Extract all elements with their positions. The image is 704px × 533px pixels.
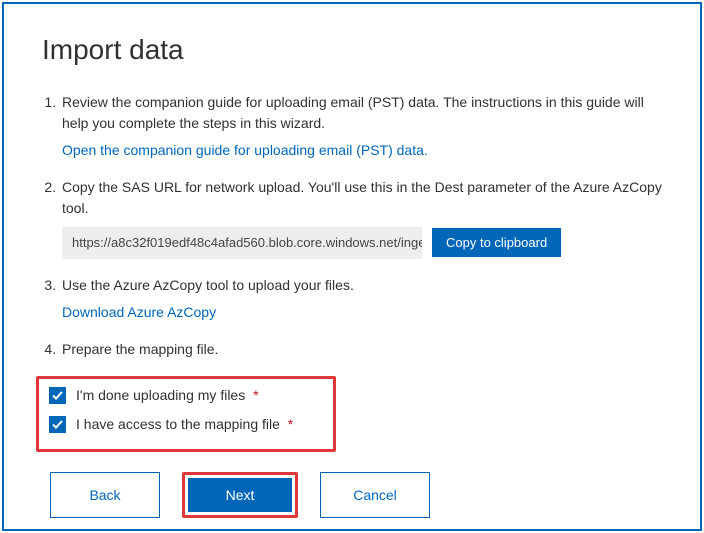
companion-guide-link[interactable]: Open the companion guide for uploading e…: [62, 140, 428, 161]
done-uploading-label: I'm done uploading my files: [76, 387, 245, 403]
import-data-dialog: Import data Review the companion guide f…: [2, 2, 702, 531]
checkmark-icon: [50, 388, 65, 403]
have-mapping-checkbox[interactable]: [49, 416, 66, 433]
step-3-text: Use the Azure AzCopy tool to upload your…: [62, 277, 354, 293]
wizard-buttons: Back Next Cancel: [50, 472, 662, 518]
sas-url-display[interactable]: https://a8c32f019edf48c4afad560.blob.cor…: [62, 227, 422, 259]
next-button[interactable]: Next: [188, 478, 292, 512]
done-uploading-checkbox[interactable]: [49, 387, 66, 404]
step-1-text: Review the companion guide for uploading…: [62, 94, 644, 131]
have-mapping-row: I have access to the mapping file *: [49, 416, 323, 433]
required-marker: *: [253, 387, 258, 403]
step-4-text: Prepare the mapping file.: [62, 341, 218, 357]
step-2-text: Copy the SAS URL for network upload. You…: [62, 179, 662, 216]
step-2: Copy the SAS URL for network upload. You…: [60, 177, 662, 259]
steps-list: Review the companion guide for uploading…: [42, 92, 662, 360]
done-uploading-row: I'm done uploading my files *: [49, 387, 323, 404]
step-1: Review the companion guide for uploading…: [60, 92, 662, 161]
have-mapping-label: I have access to the mapping file: [76, 416, 280, 432]
sas-url-row: https://a8c32f019edf48c4afad560.blob.cor…: [62, 227, 662, 259]
required-marker: *: [288, 416, 293, 432]
copy-to-clipboard-button[interactable]: Copy to clipboard: [432, 228, 561, 257]
step-3: Use the Azure AzCopy tool to upload your…: [60, 275, 662, 323]
confirmation-checkboxes: I'm done uploading my files * I have acc…: [36, 376, 336, 452]
back-button[interactable]: Back: [50, 472, 160, 518]
checkmark-icon: [50, 417, 65, 432]
page-title: Import data: [42, 34, 662, 66]
download-azcopy-link[interactable]: Download Azure AzCopy: [62, 302, 216, 323]
next-button-highlight: Next: [182, 472, 298, 518]
cancel-button[interactable]: Cancel: [320, 472, 430, 518]
step-4: Prepare the mapping file.: [60, 339, 662, 360]
